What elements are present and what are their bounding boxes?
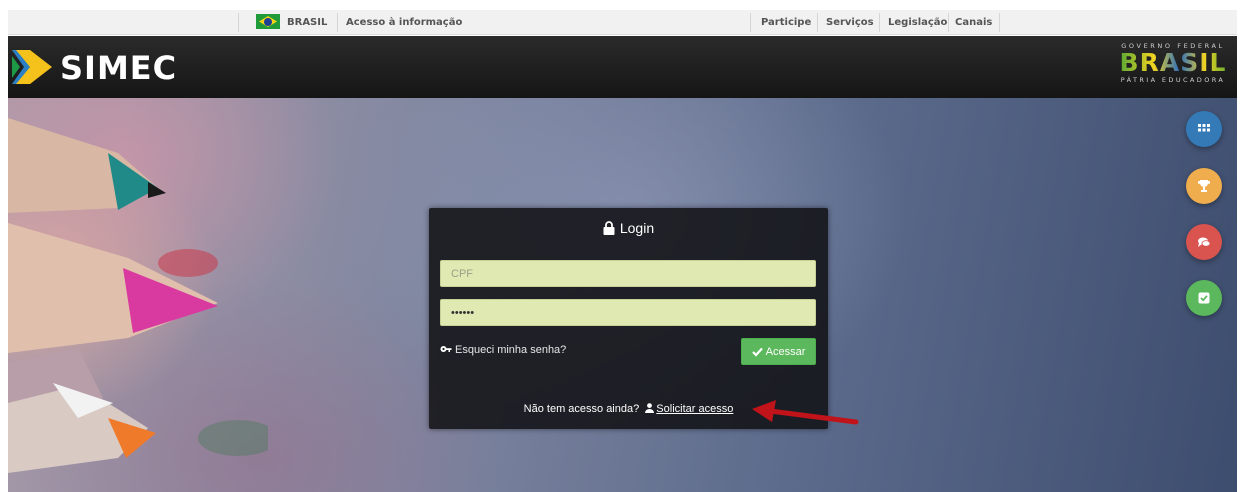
canais-link[interactable]: Canais — [955, 10, 992, 35]
gov-top-bar: BRASIL Acesso à informação Participe Ser… — [8, 10, 1237, 35]
colored-pencils-image — [8, 118, 268, 473]
app-header: SIMEC GOVERNO FEDERAL BRASIL PÁTRIA EDUC… — [8, 36, 1237, 98]
acesso-informacao-link[interactable]: Acesso à informação — [346, 10, 462, 35]
login-panel: Login Esqueci minha senha? Acessar Não t… — [429, 208, 828, 429]
trophy-button[interactable] — [1186, 168, 1222, 204]
forgot-password-link[interactable]: Esqueci minha senha? — [440, 344, 566, 356]
apps-button[interactable] — [1186, 111, 1222, 147]
gov-logo-bottom: PÁTRIA EDUCADORA — [1120, 76, 1226, 84]
login-heading: Login — [429, 220, 828, 236]
check-icon — [751, 347, 763, 357]
tasks-button[interactable] — [1186, 280, 1222, 316]
acessar-button[interactable]: Acessar — [741, 338, 816, 365]
divider — [817, 13, 818, 32]
brazil-flag-icon — [256, 14, 280, 29]
divider — [337, 13, 338, 32]
divider — [238, 13, 239, 32]
user-icon — [645, 403, 655, 413]
login-title: Login — [619, 220, 655, 236]
lock-icon — [603, 221, 615, 235]
brasil-link[interactable]: BRASIL — [287, 10, 327, 35]
no-access-text: Não tem acesso ainda? — [523, 403, 640, 415]
divider — [948, 13, 949, 32]
grid-icon — [1198, 124, 1210, 132]
trophy-icon — [1198, 180, 1210, 192]
cpf-input[interactable] — [440, 260, 816, 287]
gov-logo-word: BRASIL — [1109, 50, 1237, 76]
comments-icon — [1198, 237, 1211, 247]
red-arrow-annotation — [752, 400, 859, 425]
password-input[interactable] — [440, 299, 816, 326]
participe-link[interactable]: Participe — [761, 10, 811, 35]
page: BRASIL Acesso à informação Participe Ser… — [0, 0, 1245, 492]
app-title[interactable]: SIMEC — [60, 49, 177, 87]
key-icon — [440, 346, 452, 352]
solicitar-acesso-link[interactable]: Solicitar acesso — [656, 403, 733, 415]
governo-federal-logo: GOVERNO FEDERAL BRASIL PÁTRIA EDUCADORA — [1109, 42, 1237, 92]
servicos-link[interactable]: Serviços — [826, 10, 874, 35]
divider — [879, 13, 880, 32]
divider — [750, 13, 751, 32]
chat-button[interactable] — [1186, 224, 1222, 260]
simec-logo-icon — [12, 50, 52, 84]
legislacao-link[interactable]: Legislação — [888, 10, 947, 35]
forgot-password-label: Esqueci minha senha? — [455, 344, 567, 356]
check-square-icon — [1198, 292, 1210, 304]
acessar-label: Acessar — [765, 345, 806, 358]
divider — [999, 13, 1000, 32]
